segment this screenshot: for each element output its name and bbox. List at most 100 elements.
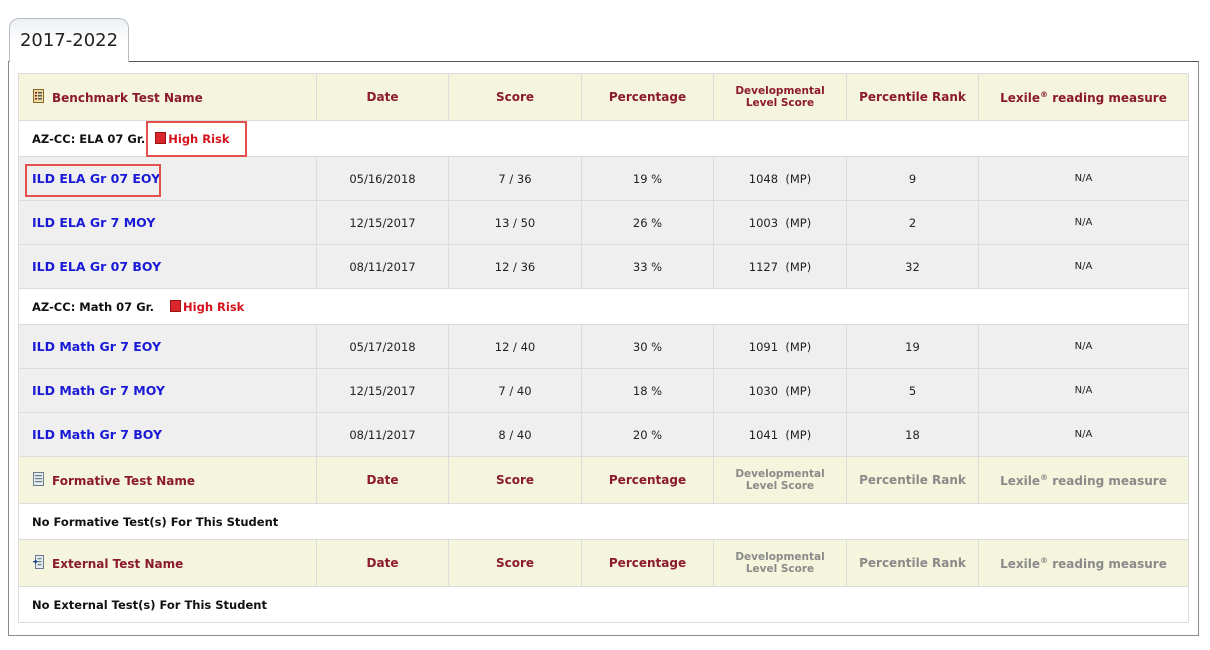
dev-level-line1: Developmental	[735, 551, 825, 563]
test-results-table: Benchmark Test Name Date Score Percentag…	[18, 73, 1189, 623]
percentage-header[interactable]: Percentage	[581, 539, 714, 587]
score-cell: 13 / 50	[448, 200, 582, 245]
lexile-reg-mark: ®	[1040, 472, 1049, 482]
date-cell: 12/15/2017	[316, 368, 449, 413]
dev-level-cell: 1127 (MP)	[713, 244, 847, 289]
benchmark-list-icon	[33, 89, 44, 103]
lexile-label: Lexile	[1000, 90, 1041, 105]
empty-formative-row: No Formative Test(s) For This Student	[18, 503, 1189, 540]
lexile-label-rest: reading measure	[1048, 473, 1167, 488]
date-cell: 05/16/2018	[316, 156, 449, 201]
dev-level-header: Developmental Level Score	[713, 539, 847, 587]
test-name-cell: ILD Math Gr 7 MOY	[18, 368, 317, 413]
test-name-cell: ILD Math Gr 7 EOY	[18, 324, 317, 369]
dev-level-line1: Developmental	[735, 85, 825, 97]
score-cell: 7 / 36	[448, 156, 582, 201]
lexile-header: Lexile® reading measure	[978, 456, 1189, 504]
test-name-cell: ILD ELA Gr 07 BOY	[18, 244, 317, 289]
risk-badge[interactable]: High Risk	[155, 131, 230, 146]
percentage-header[interactable]: Percentage	[581, 73, 714, 121]
no-formative-message: No Formative Test(s) For This Student	[18, 503, 1189, 540]
percentile-header: Percentile Rank	[846, 456, 979, 504]
percentile-cell: 19	[846, 324, 979, 369]
score-header[interactable]: Score	[448, 539, 582, 587]
benchmark-name-label: Benchmark Test Name	[52, 91, 203, 105]
lexile-reg-mark: ®	[1040, 555, 1049, 565]
date-header[interactable]: Date	[316, 456, 449, 504]
risk-label: High Risk	[168, 131, 230, 146]
score-header[interactable]: Score	[448, 456, 582, 504]
benchmark-header-row: Benchmark Test Name Date Score Percentag…	[18, 73, 1189, 121]
lexile-label: Lexile	[1000, 473, 1041, 488]
dev-level-line2: Level Score	[745, 563, 815, 575]
lexile-cell: N/A	[978, 244, 1189, 289]
percentage-cell: 19 %	[581, 156, 714, 201]
risk-label: High Risk	[183, 299, 245, 314]
test-link[interactable]: ILD ELA Gr 7 MOY	[32, 215, 155, 230]
score-cell: 7 / 40	[448, 368, 582, 413]
group-row: AZ-CC: Math 07 Gr. High Risk	[18, 288, 1189, 325]
group-name: AZ-CC: ELA 07 Gr.	[32, 131, 146, 146]
test-link[interactable]: ILD ELA Gr 07 EOY	[32, 171, 160, 186]
score-header[interactable]: Score	[448, 73, 582, 121]
group-row: AZ-CC: ELA 07 Gr. High Risk	[18, 120, 1189, 157]
formative-list-icon	[33, 472, 44, 486]
formative-header-row: Formative Test Name Date Score Percentag…	[18, 456, 1189, 504]
percentile-cell: 18	[846, 412, 979, 457]
test-name-cell: ILD Math Gr 7 BOY	[18, 412, 317, 457]
test-link[interactable]: ILD Math Gr 7 EOY	[32, 339, 161, 354]
lexile-reg-mark: ®	[1040, 89, 1049, 99]
table-row: ILD Math Gr 7 EOY 05/17/2018 12 / 40 30 …	[18, 324, 1189, 369]
date-cell: 12/15/2017	[316, 200, 449, 245]
tab-2017-2022[interactable]: 2017-2022	[9, 18, 129, 62]
external-name-header[interactable]: External Test Name	[18, 539, 317, 587]
score-cell: 8 / 40	[448, 412, 582, 457]
date-header[interactable]: Date	[316, 539, 449, 587]
test-link[interactable]: ILD Math Gr 7 MOY	[32, 383, 165, 398]
date-cell: 08/11/2017	[316, 412, 449, 457]
test-link[interactable]: ILD ELA Gr 07 BOY	[32, 259, 161, 274]
dev-level-line2: Level Score	[745, 480, 815, 492]
table-row: ILD Math Gr 7 BOY 08/11/2017 8 / 40 20 %…	[18, 412, 1189, 457]
formative-name-header[interactable]: Formative Test Name	[18, 456, 317, 504]
percentile-cell: 5	[846, 368, 979, 413]
table-row: ILD ELA Gr 07 BOY 08/11/2017 12 / 36 33 …	[18, 244, 1189, 289]
dev-level-cell: 1041 (MP)	[713, 412, 847, 457]
percentile-header: Percentile Rank	[846, 539, 979, 587]
dev-level-line1: Developmental	[735, 468, 825, 480]
lexile-cell: N/A	[978, 368, 1189, 413]
empty-external-row: No External Test(s) For This Student	[18, 586, 1189, 623]
percentage-cell: 20 %	[581, 412, 714, 457]
test-name-cell: ILD ELA Gr 7 MOY	[18, 200, 317, 245]
external-name-label: External Test Name	[52, 557, 184, 571]
table-row: ILD Math Gr 7 MOY 12/15/2017 7 / 40 18 %…	[18, 368, 1189, 413]
test-link[interactable]: ILD Math Gr 7 BOY	[32, 427, 162, 442]
score-cell: 12 / 36	[448, 244, 582, 289]
group-cell: AZ-CC: Math 07 Gr. High Risk	[18, 288, 1189, 325]
percentage-cell: 30 %	[581, 324, 714, 369]
lexile-cell: N/A	[978, 324, 1189, 369]
dev-level-header[interactable]: Developmental Level Score	[713, 73, 847, 121]
table-row: ILD ELA Gr 7 MOY 12/15/2017 13 / 50 26 %…	[18, 200, 1189, 245]
lexile-cell: N/A	[978, 412, 1189, 457]
date-cell: 08/11/2017	[316, 244, 449, 289]
score-cell: 12 / 40	[448, 324, 582, 369]
lexile-label-rest: reading measure	[1048, 90, 1167, 105]
lexile-header: Lexile® reading measure	[978, 539, 1189, 587]
percentage-cell: 26 %	[581, 200, 714, 245]
percentile-cell: 9	[846, 156, 979, 201]
table-row: ILD ELA Gr 07 EOY 05/16/2018 7 / 36 19 %…	[18, 156, 1189, 201]
dev-level-cell: 1048 (MP)	[713, 156, 847, 201]
benchmark-name-header[interactable]: Benchmark Test Name	[18, 73, 317, 121]
percentile-header[interactable]: Percentile Rank	[846, 73, 979, 121]
lexile-header[interactable]: Lexile® reading measure	[978, 73, 1189, 121]
risk-badge[interactable]: High Risk	[170, 299, 245, 314]
high-risk-flag-icon	[170, 299, 182, 312]
lexile-label-rest: reading measure	[1048, 556, 1167, 571]
test-name-cell: ILD ELA Gr 07 EOY	[18, 156, 317, 201]
percentage-cell: 18 %	[581, 368, 714, 413]
high-risk-flag-icon	[155, 131, 167, 144]
date-header[interactable]: Date	[316, 73, 449, 121]
external-import-icon	[33, 555, 44, 569]
percentage-header[interactable]: Percentage	[581, 456, 714, 504]
